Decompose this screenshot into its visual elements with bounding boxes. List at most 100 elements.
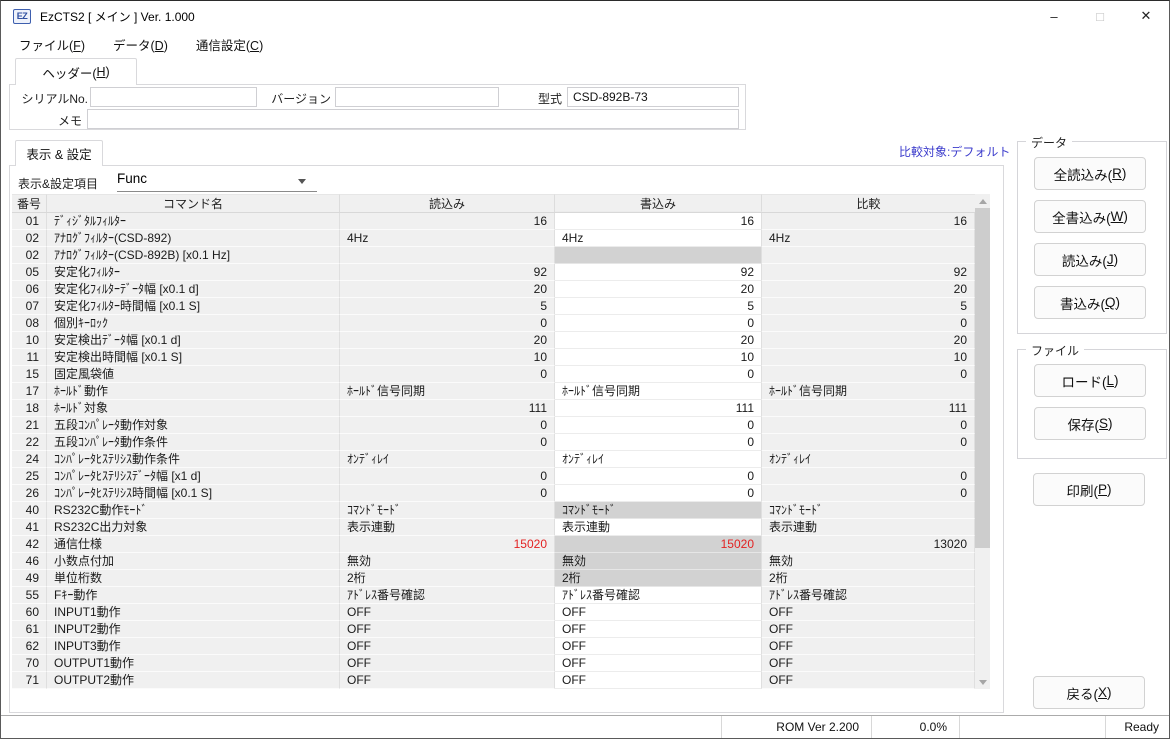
- display-settings-panel: 表示&設定項目 Func 番号 コマンド名 読込み 書込み 比較 01ﾃﾞｨｼﾞ…: [9, 165, 1004, 713]
- version-label: バージョン: [265, 90, 331, 107]
- status-spacer: [1, 716, 721, 738]
- menu-file[interactable]: ファイル(F): [5, 30, 99, 59]
- scrollbar-thumb[interactable]: [975, 208, 990, 548]
- table-row: 62INPUT3動作OFFOFFOFF: [12, 638, 975, 655]
- menu-comm-settings[interactable]: 通信設定(C): [182, 30, 277, 59]
- cell-command-name: 通信仕様: [47, 536, 340, 553]
- read-button[interactable]: 読込み(J): [1034, 243, 1146, 276]
- cell-write-value[interactable]: 16: [555, 213, 762, 230]
- table-header-row: 番号 コマンド名 読込み 書込み 比較: [12, 194, 975, 213]
- minimize-button[interactable]: –: [1031, 1, 1077, 31]
- tab-display-settings[interactable]: 表示 & 設定: [15, 140, 103, 166]
- cell-write-value[interactable]: 2桁: [555, 570, 762, 587]
- cell-compare-value: 5: [762, 298, 975, 315]
- write-all-button[interactable]: 全書込み(W): [1034, 200, 1146, 233]
- display-item-selector[interactable]: Func: [117, 171, 317, 192]
- cell-compare-value: 10: [762, 349, 975, 366]
- cell-write-value[interactable]: 0: [555, 366, 762, 383]
- cell-number: 41: [12, 519, 47, 536]
- version-input[interactable]: [335, 87, 499, 107]
- cell-number: 05: [12, 264, 47, 281]
- cell-write-value[interactable]: 92: [555, 264, 762, 281]
- read-label-end: ): [1114, 252, 1119, 267]
- cell-write-value[interactable]: 無効: [555, 553, 762, 570]
- file-group: ファイル ロード(L) 保存(S): [1017, 349, 1167, 459]
- write-mnemonic: Q: [1105, 295, 1116, 310]
- close-button[interactable]: ✕: [1123, 1, 1169, 31]
- cell-write-value[interactable]: 20: [555, 332, 762, 349]
- cell-write-value[interactable]: ｱﾄﾞﾚｽ番号確認: [555, 587, 762, 604]
- tab-header[interactable]: ヘッダー(H): [15, 58, 137, 85]
- col-header-compare[interactable]: 比較: [762, 194, 975, 212]
- cell-write-value[interactable]: ｺﾏﾝﾄﾞﾓｰﾄﾞ: [555, 502, 762, 519]
- cell-write-value[interactable]: 0: [555, 417, 762, 434]
- cell-write-value[interactable]: OFF: [555, 604, 762, 621]
- cell-write-value[interactable]: 20: [555, 281, 762, 298]
- header-panel: シリアルNo. バージョン 型式 メモ: [9, 84, 746, 130]
- cell-compare-value: 0: [762, 468, 975, 485]
- cell-read-value: [340, 247, 555, 264]
- save-button[interactable]: 保存(S): [1034, 407, 1146, 440]
- cell-write-value[interactable]: 0: [555, 434, 762, 451]
- cell-write-value[interactable]: 0: [555, 468, 762, 485]
- cell-number: 40: [12, 502, 47, 519]
- cell-write-value[interactable]: OFF: [555, 672, 762, 689]
- cell-command-name: ﾎｰﾙﾄﾞ動作: [47, 383, 340, 400]
- write-button[interactable]: 書込み(Q): [1034, 286, 1146, 319]
- table-scrollbar[interactable]: [975, 194, 990, 689]
- cell-write-value[interactable]: OFF: [555, 655, 762, 672]
- cell-write-value[interactable]: ﾎｰﾙﾄﾞ信号同期: [555, 383, 762, 400]
- cell-write-value[interactable]: 表示連動: [555, 519, 762, 536]
- cell-number: 18: [12, 400, 47, 417]
- rom-version-status: ROM Ver 2.200: [721, 716, 871, 738]
- table-row: 08個別ｷｰﾛｯｸ000: [12, 315, 975, 332]
- cell-write-value[interactable]: 111: [555, 400, 762, 417]
- cell-write-value[interactable]: OFF: [555, 638, 762, 655]
- cell-command-name: 個別ｷｰﾛｯｸ: [47, 315, 340, 332]
- cell-compare-value: OFF: [762, 638, 975, 655]
- col-header-write[interactable]: 書込み: [555, 194, 762, 212]
- serial-no-input[interactable]: [90, 87, 257, 107]
- cell-write-value[interactable]: 5: [555, 298, 762, 315]
- cell-write-value[interactable]: 0: [555, 485, 762, 502]
- cell-command-name: ｺﾝﾊﾟﾚｰﾀﾋｽﾃﾘｼｽﾃﾞｰﾀ幅 [x1 d]: [47, 468, 340, 485]
- cell-write-value[interactable]: [555, 247, 762, 264]
- tab-header-label: ヘッダー(: [42, 63, 96, 82]
- cell-command-name: Fｷｰ動作: [47, 587, 340, 604]
- cell-write-value[interactable]: 4Hz: [555, 230, 762, 247]
- data-group: データ 全読込み(R) 全書込み(W) 読込み(J) 書込み(Q): [1017, 141, 1167, 334]
- cell-read-value: 0: [340, 315, 555, 332]
- cell-number: 11: [12, 349, 47, 366]
- title-bar: EZ EzCTS2 [ メイン ] Ver. 1.000 – □ ✕: [1, 1, 1169, 31]
- cell-number: 26: [12, 485, 47, 502]
- cell-read-value: 10: [340, 349, 555, 366]
- cell-write-value[interactable]: 10: [555, 349, 762, 366]
- read-all-button[interactable]: 全読込み(R): [1034, 157, 1146, 190]
- back-button[interactable]: 戻る(X): [1033, 676, 1145, 709]
- load-button[interactable]: ロード(L): [1034, 364, 1146, 397]
- cell-read-value: ｱﾄﾞﾚｽ番号確認: [340, 587, 555, 604]
- memo-input[interactable]: [87, 109, 739, 129]
- app-window: EZ EzCTS2 [ メイン ] Ver. 1.000 – □ ✕ ファイル(…: [0, 0, 1170, 739]
- cell-compare-value: 13020: [762, 536, 975, 553]
- cell-write-value[interactable]: 15020: [555, 536, 762, 553]
- cell-command-name: 五段ｺﾝﾊﾟﾚｰﾀ動作対象: [47, 417, 340, 434]
- col-header-command[interactable]: コマンド名: [47, 194, 340, 212]
- scroll-up-icon[interactable]: [975, 194, 990, 208]
- col-header-read[interactable]: 読込み: [340, 194, 555, 212]
- menu-data[interactable]: データ(D): [99, 30, 182, 59]
- cell-number: 15: [12, 366, 47, 383]
- print-button[interactable]: 印刷(P): [1033, 473, 1145, 506]
- cell-write-value[interactable]: OFF: [555, 621, 762, 638]
- menu-bar: ファイル(F) データ(D) 通信設定(C): [1, 31, 1169, 58]
- cell-compare-value: ｱﾄﾞﾚｽ番号確認: [762, 587, 975, 604]
- model-input[interactable]: [567, 87, 739, 107]
- cell-write-value[interactable]: 0: [555, 315, 762, 332]
- cell-command-name: 安定検出時間幅 [x0.1 S]: [47, 349, 340, 366]
- cell-number: 71: [12, 672, 47, 689]
- cell-read-value: 無効: [340, 553, 555, 570]
- col-header-number[interactable]: 番号: [12, 194, 47, 212]
- cell-write-value[interactable]: ｵﾝﾃﾞｨﾚｲ: [555, 451, 762, 468]
- scroll-down-icon[interactable]: [975, 675, 990, 689]
- read-all-label-end: ): [1122, 166, 1127, 181]
